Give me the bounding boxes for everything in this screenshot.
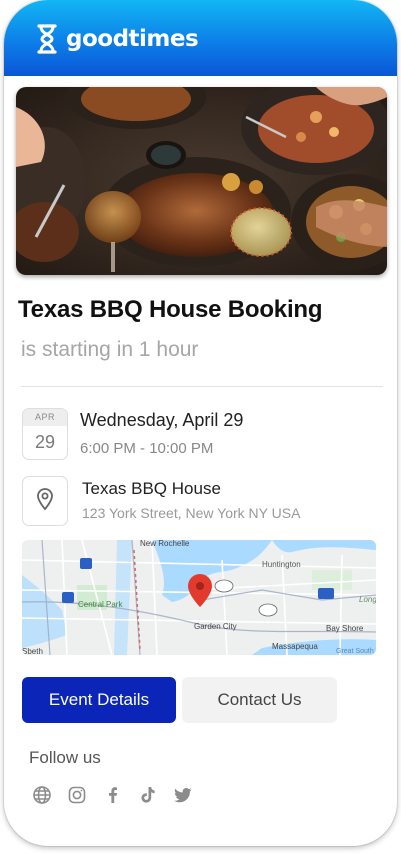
svg-text:Great South: Great South	[336, 648, 374, 655]
calendar-badge: APR 29	[22, 408, 68, 460]
location-pin-icon	[35, 487, 55, 516]
svg-text:Central Park: Central Park	[78, 600, 123, 609]
brand-logo[interactable]: goodtimes	[36, 24, 199, 54]
location-map[interactable]: New Rochelle Huntington Central Park Gar…	[22, 540, 376, 655]
tiktok-icon[interactable]	[137, 784, 159, 806]
event-time: 6:00 PM - 10:00 PM	[80, 440, 214, 457]
app-card: goodtimes Texas BBQ House Booking is sta…	[4, 0, 397, 846]
brand-name: goodtimes	[66, 26, 199, 52]
svg-text:New Rochelle: New Rochelle	[140, 540, 190, 548]
calendar-day: 29	[34, 432, 56, 452]
svg-text:Huntington: Huntington	[262, 560, 301, 569]
venue-address: 123 York Street, New York NY USA	[82, 505, 301, 521]
svg-text:Massapequa: Massapequa	[272, 642, 318, 651]
location-badge	[22, 476, 68, 526]
svg-text:Garden City: Garden City	[194, 622, 237, 631]
svg-text:Bay Shore: Bay Shore	[326, 624, 364, 633]
event-status: is starting in 1 hour	[21, 338, 199, 361]
hero-image	[16, 87, 387, 275]
app-header: goodtimes	[4, 0, 397, 76]
facebook-icon[interactable]	[102, 784, 124, 806]
venue-name: Texas BBQ House	[82, 479, 221, 498]
divider	[21, 386, 383, 387]
event-date: Wednesday, April 29	[80, 410, 244, 430]
calendar-month: APR	[23, 409, 67, 426]
hourglass-icon	[36, 24, 58, 54]
globe-icon[interactable]	[31, 784, 53, 806]
twitter-icon[interactable]	[172, 784, 194, 806]
event-title: Texas BBQ House Booking	[18, 296, 323, 323]
event-details-button[interactable]: Event Details	[22, 677, 176, 723]
svg-text:Sbeth: Sbeth	[22, 647, 43, 655]
follow-us-label: Follow us	[29, 748, 101, 767]
svg-text:Long: Long	[359, 595, 376, 604]
contact-us-button[interactable]: Contact Us	[182, 677, 337, 723]
instagram-icon[interactable]	[66, 784, 88, 806]
